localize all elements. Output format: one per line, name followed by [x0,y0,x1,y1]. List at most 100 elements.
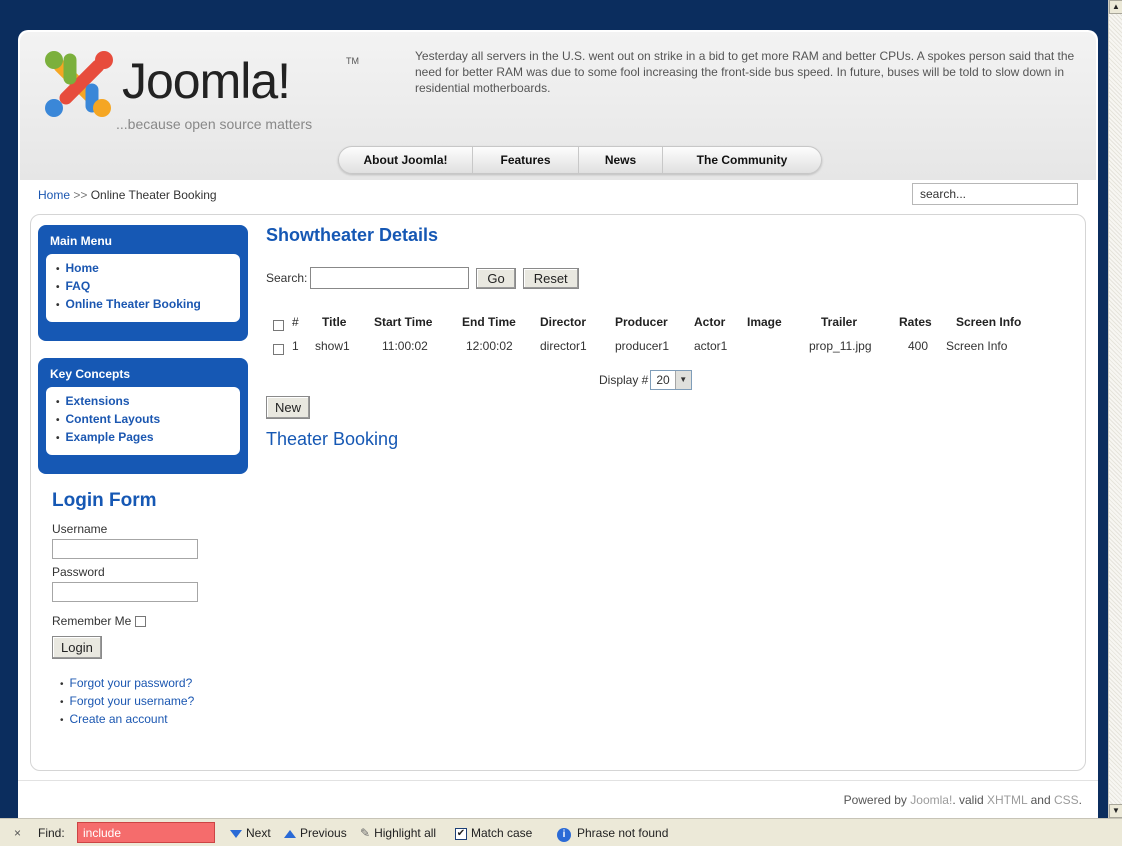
key-concepts-title: Key Concepts [50,367,131,381]
footer-divider [18,780,1098,781]
cell-number: 1 [292,339,299,353]
menu-item-faq[interactable]: FAQ [56,278,230,296]
scroll-down-button[interactable]: ▼ [1109,804,1122,818]
logo-text: Joomla! [122,53,291,109]
footer-joomla-link[interactable]: Joomla! [910,793,952,807]
footer-end: . [1078,793,1082,807]
find-input[interactable] [77,822,215,843]
col-header-actor[interactable]: Actor [694,315,725,329]
forgot-password-link[interactable]: Forgot your password? [60,675,252,693]
find-next-label: Next [246,826,271,840]
find-previous-button[interactable]: Previous [284,826,347,840]
footer-css-link[interactable]: CSS [1054,793,1079,807]
nav-the-community[interactable]: The Community [663,147,821,173]
display-limit: Display # 20 ▼ [599,370,692,390]
login-form: Login Form Username Password Remember Me… [52,490,252,729]
concept-item-content-layouts[interactable]: Content Layouts [56,411,230,429]
find-next-button[interactable]: Next [230,826,271,840]
scroll-track[interactable] [1109,14,1122,804]
cell-actor: actor1 [694,339,728,353]
breadcrumb-separator: >> [73,188,88,202]
highlight-all-label: Highlight all [374,826,437,840]
arrow-down-icon [230,829,242,838]
reset-button[interactable]: Reset [522,267,579,289]
password-label: Password [52,565,105,579]
cell-screen-info-link[interactable]: Screen Info [946,339,1007,353]
create-account-link[interactable]: Create an account [60,711,252,729]
search-label: Search: [266,271,308,285]
login-links: Forgot your password? Forgot your userna… [52,675,252,729]
cell-director: director1 [540,339,587,353]
username-field[interactable] [52,539,198,559]
chevron-down-icon: ▼ [674,371,691,389]
row-checkbox[interactable] [273,342,284,356]
go-button[interactable]: Go [476,267,516,289]
col-header-producer[interactable]: Producer [615,315,668,329]
breadcrumb-home[interactable]: Home [38,188,70,202]
menu-item-home[interactable]: Home [56,260,230,278]
filter-search-input[interactable] [310,267,470,289]
concept-item-example-pages[interactable]: Example Pages [56,429,230,447]
footer-prefix: Powered by [843,793,907,807]
nav-features[interactable]: Features [473,147,579,173]
match-case-toggle[interactable]: ✔ Match case [455,826,532,840]
col-header-trailer[interactable]: Trailer [821,315,857,329]
menu-item-online-theater-booking[interactable]: Online Theater Booking [56,296,230,314]
concept-item-extensions[interactable]: Extensions [56,393,230,411]
key-concepts-list: Extensions Content Layouts Example Pages [46,387,240,455]
cell-rates: 400 [908,339,929,353]
password-field[interactable] [52,582,198,602]
remember-me-row: Remember Me [52,614,252,628]
display-select[interactable]: 20 ▼ [650,370,692,390]
col-header-director[interactable]: Director [540,315,586,329]
header: Joomla! TM ...because open source matter… [20,32,1096,180]
footer-mid: . valid [952,793,984,807]
select-all-checkbox[interactable] [273,318,284,332]
filter-row: Search: Go Reset [266,267,579,289]
close-icon[interactable]: × [14,826,21,840]
main-menu-list: Home FAQ Online Theater Booking [46,254,240,322]
remember-me-checkbox[interactable] [134,616,146,628]
highlight-all-button[interactable]: ✎ Highlight all [360,826,436,840]
find-bar: × Find: Next Previous ✎Highlight all ✔ Ma… [0,818,1122,846]
footer: Powered by Joomla!. valid XHTML and CSS. [844,793,1082,807]
nav-about-joomla[interactable]: About Joomla! [339,147,473,173]
nav-news[interactable]: News [579,147,663,173]
find-status: i Phrase not found [557,826,668,842]
match-case-label: Match case [471,826,533,840]
new-button[interactable]: New [266,396,311,419]
cell-title-link[interactable]: show1 [315,339,350,353]
display-label: Display # [599,373,649,387]
vertical-scrollbar[interactable]: ▲ ▼ [1108,0,1122,818]
remember-me-label: Remember Me [52,614,132,628]
joomla-logo[interactable]: Joomla! TM ...because open source matter… [40,46,370,136]
username-label: Username [52,522,108,536]
content-area: Showtheater Details Search: Go Reset # T… [266,225,1076,449]
match-case-checkbox[interactable]: ✔ [455,827,467,840]
col-header-rates[interactable]: Rates [899,315,932,329]
cell-start-time: 11:00:02 [382,339,428,353]
find-label: Find: [38,826,65,840]
col-header-title[interactable]: Title [322,315,346,329]
main-menu-module: Main Menu Home FAQ Online Theater Bookin… [38,225,248,341]
login-form-title: Login Form [52,490,157,511]
breadcrumb-current: Online Theater Booking [90,188,217,202]
find-previous-label: Previous [300,826,347,840]
footer-xhtml-link[interactable]: XHTML [987,793,1027,807]
breadcrumb: Home >> Online Theater Booking [38,188,217,202]
forgot-username-link[interactable]: Forgot your username? [60,693,252,711]
site-search-input[interactable] [912,183,1078,205]
cell-end-time: 12:00:02 [466,339,513,353]
col-header-start-time[interactable]: Start Time [374,315,432,329]
col-header-image[interactable]: Image [747,315,782,329]
section-title: Theater Booking [266,429,399,449]
arrow-up-icon [284,829,296,838]
col-header-end-time[interactable]: End Time [462,315,516,329]
cell-producer: producer1 [615,339,670,353]
top-nav: About Joomla! Features News The Communit… [338,146,822,174]
key-concepts-module: Key Concepts Extensions Content Layouts … [38,358,248,474]
col-header-screen-info[interactable]: Screen Info [956,315,1021,329]
login-button[interactable]: Login [52,636,102,659]
logo-trademark: TM [346,56,359,66]
scroll-up-button[interactable]: ▲ [1109,0,1122,14]
